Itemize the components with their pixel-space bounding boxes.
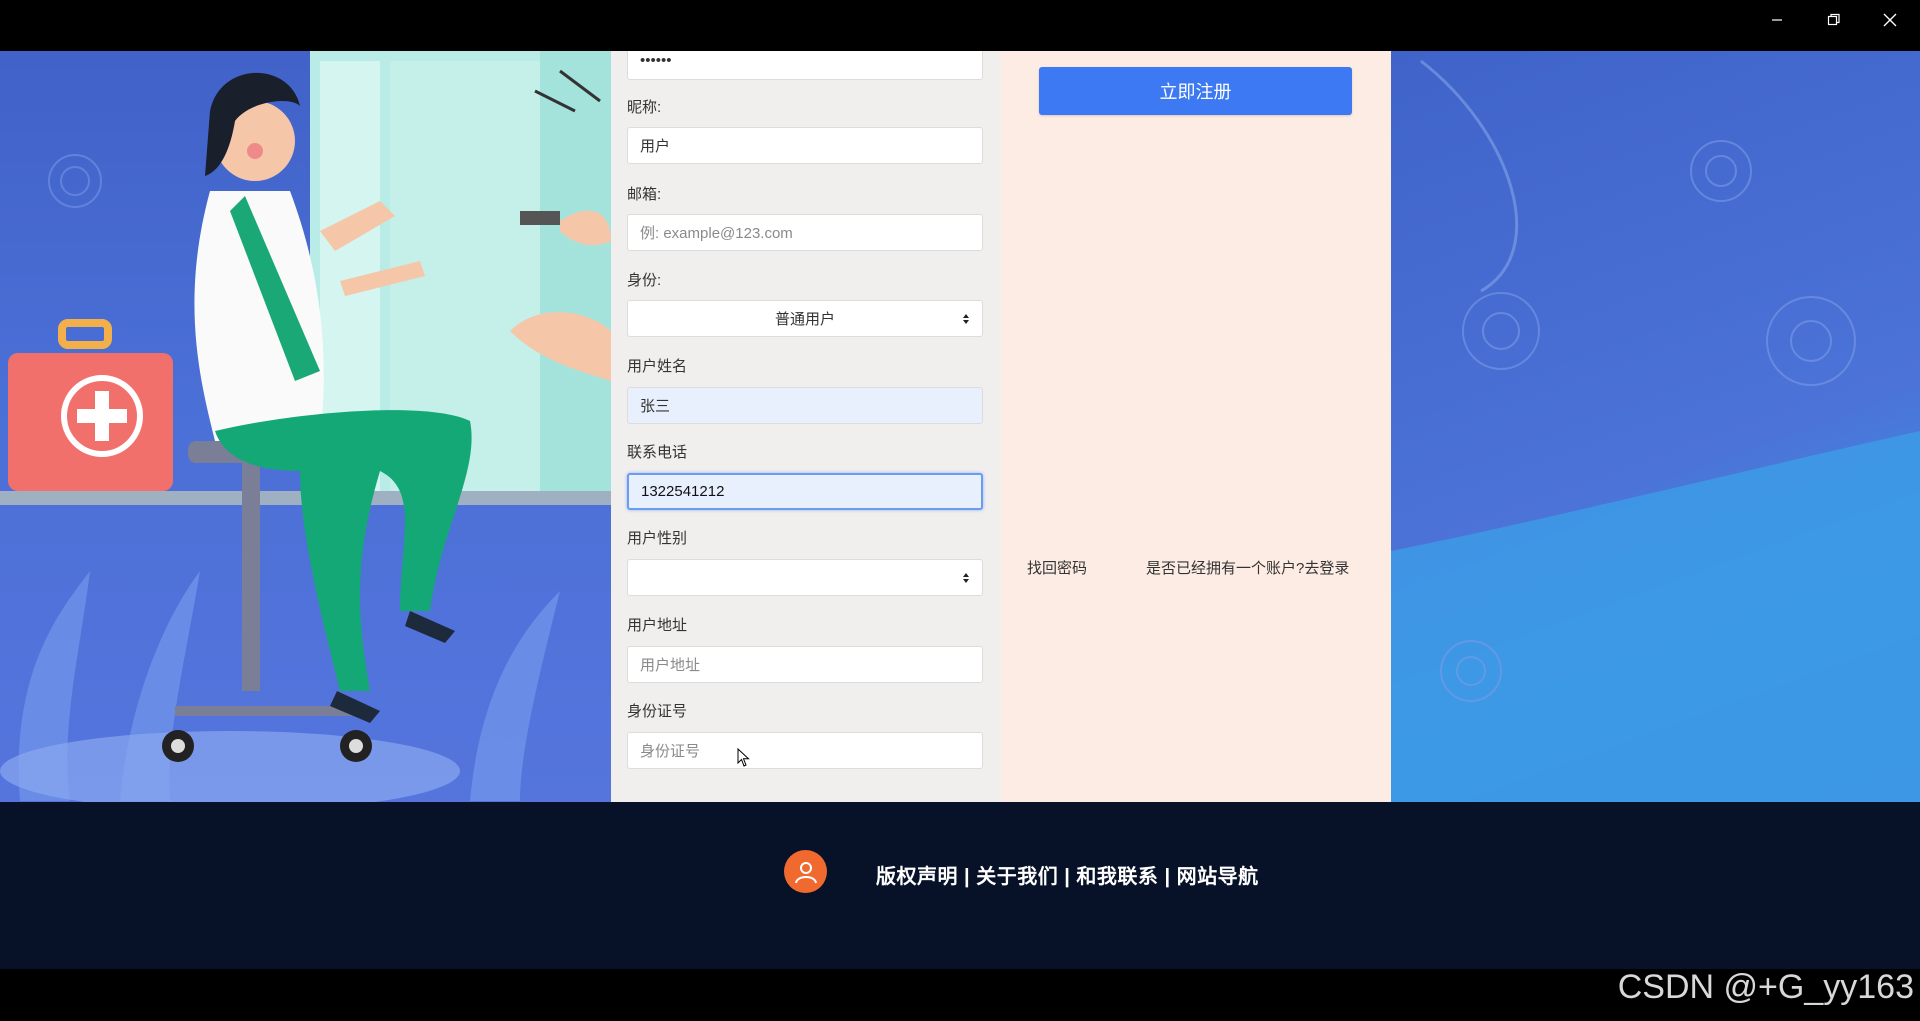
background-decoration <box>1391 51 1920 802</box>
phone-label: 联系电话 <box>627 444 688 461</box>
password-field[interactable]: •••••• <box>627 51 983 80</box>
login-link[interactable]: 是否已经拥有一个账户?去登录 <box>1146 557 1349 578</box>
gender-label: 用户性别 <box>627 530 688 547</box>
gender-select[interactable] <box>627 559 983 596</box>
address-field[interactable]: 用户地址 <box>627 646 983 683</box>
email-label: 邮箱: <box>627 186 662 203</box>
doctor-illustration <box>0 51 611 802</box>
mouse-cursor-icon <box>737 748 750 767</box>
nickname-label: 昵称: <box>627 99 662 116</box>
role-select-value: 普通用户 <box>774 311 835 328</box>
idcard-field[interactable]: 身份证号 <box>627 732 983 769</box>
register-side-panel: 立即注册 找回密码 是否已经拥有一个账户?去登录 <box>1001 51 1391 802</box>
role-select[interactable]: 普通用户 <box>627 300 983 337</box>
restore-icon[interactable] <box>1806 0 1862 40</box>
user-icon <box>784 850 827 893</box>
site-footer: 版权声明 | 关于我们 | 和我联系 | 网站导航 <box>0 802 1920 969</box>
address-label: 用户地址 <box>627 617 688 634</box>
window-titlebar <box>0 0 1920 51</box>
phone-field[interactable]: 1322541212 <box>627 473 983 510</box>
name-label: 用户姓名 <box>627 358 688 375</box>
select-arrows-icon <box>963 313 969 324</box>
footer-links[interactable]: 版权声明 | 关于我们 | 和我联系 | 网站导航 <box>876 860 1259 889</box>
register-button[interactable]: 立即注册 <box>1039 67 1352 115</box>
email-field[interactable]: 例: example@123.com <box>627 214 983 251</box>
select-arrows-icon <box>963 572 969 583</box>
idcard-label: 身份证号 <box>627 703 688 720</box>
minimize-icon[interactable] <box>1749 0 1805 40</box>
page-content: •••••• 昵称: 用户 邮箱: 例: example@123.com 身份:… <box>0 51 1920 802</box>
nickname-field[interactable]: 用户 <box>627 127 983 164</box>
watermark: CSDN @+G_yy163 <box>1617 968 1914 1006</box>
find-password-link[interactable]: 找回密码 <box>1027 557 1087 578</box>
close-icon[interactable] <box>1862 0 1918 40</box>
name-field[interactable]: 张三 <box>627 387 983 424</box>
role-label: 身份: <box>627 272 662 289</box>
register-form: •••••• 昵称: 用户 邮箱: 例: example@123.com 身份:… <box>611 51 1001 802</box>
